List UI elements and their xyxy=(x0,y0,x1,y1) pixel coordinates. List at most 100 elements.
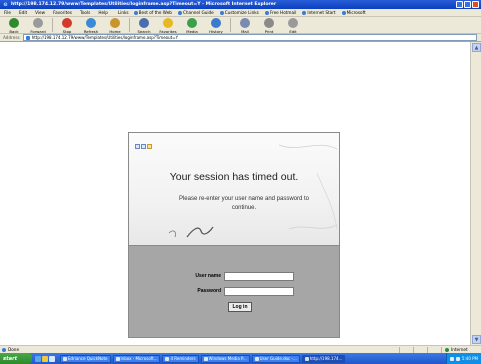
link-customize-links[interactable]: Customize Links xyxy=(217,10,262,15)
taskbar-item[interactable]: User Guide.doc -... xyxy=(251,354,300,363)
start-label: start xyxy=(3,355,18,362)
taskbar-item-label: Edriance QuickNote xyxy=(68,356,108,361)
scroll-up-icon[interactable]: ▲ xyxy=(472,43,481,52)
edit-button[interactable]: Edit xyxy=(281,17,305,34)
refresh-icon xyxy=(86,18,96,28)
reenter-message: Please re-enter your user name and passw… xyxy=(178,196,310,211)
media-button[interactable]: Media xyxy=(180,17,204,34)
menu-favorites[interactable]: Favorites xyxy=(49,10,76,15)
page-done-icon xyxy=(2,347,6,352)
app-icon xyxy=(63,356,67,361)
document-icon xyxy=(141,144,146,149)
refresh-button[interactable]: Refresh xyxy=(79,17,103,34)
menu-view[interactable]: View xyxy=(31,10,49,15)
tray-volume-icon[interactable] xyxy=(455,356,460,361)
search-icon xyxy=(139,18,149,28)
print-icon xyxy=(264,18,274,28)
taskbar-item-label: Inbox - Microsoft... xyxy=(120,356,158,361)
task-buttons: Edriance QuickNote Inbox - Microsoft... 4 … xyxy=(58,354,346,363)
taskbar-item[interactable]: http://198.174... xyxy=(301,354,346,363)
security-zone: Internet xyxy=(441,346,481,353)
link-channel-guide[interactable]: Channel Guide xyxy=(175,10,217,15)
internet-explorer-icon: e xyxy=(3,1,8,8)
forward-icon xyxy=(33,18,43,28)
scroll-down-icon[interactable]: ▼ xyxy=(472,335,481,344)
password-input[interactable] xyxy=(224,286,294,296)
internet-zone-icon xyxy=(445,347,449,352)
history-button[interactable]: History xyxy=(204,17,228,34)
back-icon xyxy=(9,18,19,28)
login-button[interactable]: Log in xyxy=(228,302,252,312)
taskbar-item[interactable]: 4 Reminders xyxy=(162,354,199,363)
status-text: Done xyxy=(8,347,20,352)
favorites-icon xyxy=(163,18,173,28)
app-icon xyxy=(304,356,309,361)
password-label: Password xyxy=(197,288,221,294)
taskbar-item-label: User Guide.doc -... xyxy=(259,356,297,361)
close-icon[interactable] xyxy=(472,1,479,8)
taskbar-item-label: http://198.174... xyxy=(309,356,343,361)
home-button[interactable]: Home xyxy=(103,17,127,34)
link-microsoft[interactable]: Microsoft xyxy=(339,10,369,15)
ie-quicklaunch-icon[interactable] xyxy=(35,355,41,362)
login-form: User name Password Log in xyxy=(129,245,339,337)
app-icon xyxy=(115,356,120,361)
username-input[interactable] xyxy=(224,271,294,281)
taskbar-item[interactable]: Edriance QuickNote xyxy=(60,354,111,363)
home-icon xyxy=(110,18,120,28)
mail-icon xyxy=(240,18,250,28)
address-label: Address xyxy=(3,35,20,40)
history-icon xyxy=(211,18,221,28)
app-icon xyxy=(165,356,170,361)
toolbar-separator xyxy=(52,18,53,32)
start-button[interactable]: start xyxy=(0,353,32,364)
taskbar-item-label: Windows Media P... xyxy=(208,356,247,361)
back-button[interactable]: Back xyxy=(2,17,26,34)
page-icon xyxy=(25,35,30,40)
banner-icons xyxy=(135,144,152,149)
zone-label: Internet xyxy=(451,347,468,352)
menu-file[interactable]: File xyxy=(0,10,15,15)
taskbar: start Edriance QuickNote Inbox - Microsof… xyxy=(0,353,481,364)
favorites-button[interactable]: Favorites xyxy=(156,17,180,34)
search-button[interactable]: Search xyxy=(132,17,156,34)
tray-network-icon[interactable] xyxy=(449,356,454,361)
address-url: http://198.174.12.79/www/Templates/Utili… xyxy=(31,35,179,40)
status-bar: Done Internet xyxy=(0,345,481,353)
taskbar-item[interactable]: Inbox - Microsoft... xyxy=(112,354,161,363)
maximize-icon[interactable] xyxy=(464,1,471,8)
session-timeout-banner: Your session has timed out. Please re-en… xyxy=(129,133,339,245)
menu-edit[interactable]: Edit xyxy=(15,10,31,15)
vertical-scrollbar[interactable]: ▲ ▼ xyxy=(470,42,481,345)
link-best-of-the-web[interactable]: Best of the Web xyxy=(131,10,175,15)
minimize-icon[interactable] xyxy=(456,1,463,8)
menu-bar: File Edit View Favorites Tools Help Link… xyxy=(0,9,481,17)
forward-button[interactable]: Forward xyxy=(26,17,50,34)
link-free-hotmail[interactable]: Free Hotmail xyxy=(262,10,300,15)
status-segment xyxy=(399,346,413,353)
link-icon xyxy=(264,10,269,15)
status-text-area: Done xyxy=(0,347,399,352)
print-button[interactable]: Print xyxy=(257,17,281,34)
link-internet-start[interactable]: Internet Start xyxy=(299,10,338,15)
outlook-quicklaunch-icon[interactable] xyxy=(42,355,48,362)
taskbar-item[interactable]: Windows Media P... xyxy=(200,354,250,363)
menu-help[interactable]: Help xyxy=(94,10,112,15)
mail-button[interactable]: Mail xyxy=(233,17,257,34)
stop-button[interactable]: Stop xyxy=(55,17,79,34)
status-segment xyxy=(413,346,427,353)
status-segment xyxy=(427,346,441,353)
app-icon xyxy=(203,356,208,361)
clock: 5:40 PM xyxy=(461,356,478,361)
folder-icon xyxy=(147,144,152,149)
stop-icon xyxy=(62,18,72,28)
link-icon xyxy=(341,10,346,15)
address-input[interactable]: http://198.174.12.79/www/Templates/Utili… xyxy=(22,34,477,41)
menu-tools[interactable]: Tools xyxy=(76,10,94,15)
link-icon xyxy=(302,10,307,15)
toolbar: Back Forward Stop Refresh Home Search Favorite… xyxy=(0,17,481,34)
links-label[interactable]: Links xyxy=(116,10,131,15)
media-icon xyxy=(187,18,197,28)
taskbar-item-label: 4 Reminders xyxy=(170,356,196,361)
desktop-quicklaunch-icon[interactable] xyxy=(49,355,55,362)
